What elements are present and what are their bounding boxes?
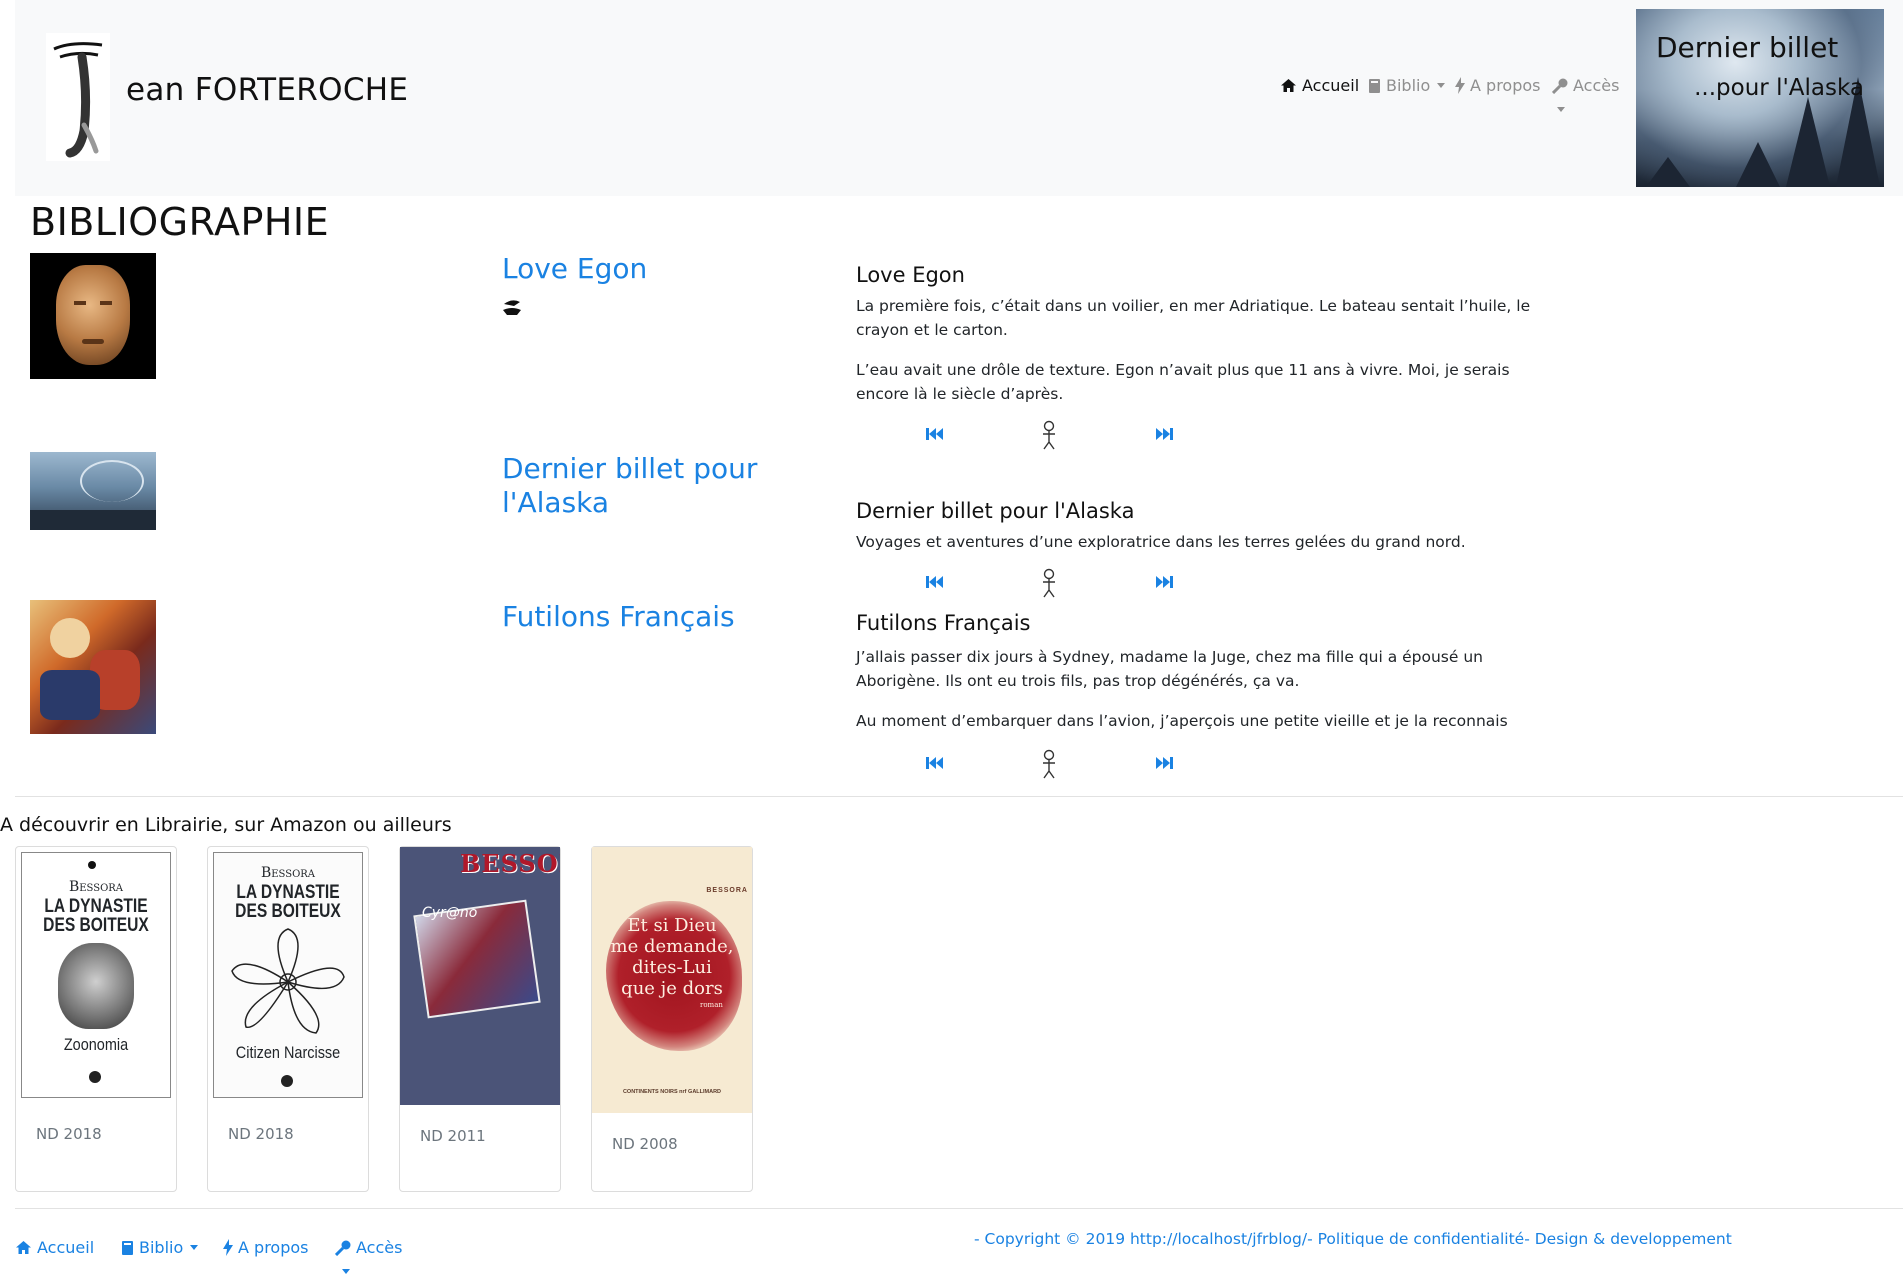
skip-back-icon[interactable] [926, 575, 944, 589]
chevron-down-icon [1437, 83, 1446, 88]
cover-author: BESSORA [706, 887, 748, 894]
book-cover: BESSORA Et si Dieu me demande, dites-Lui… [592, 847, 752, 1113]
cover-author: Bessora [260, 865, 316, 881]
cover-title: LA DYNASTIE DES BOITEUX [43, 896, 149, 936]
book-cover: Bessora LA DYNASTIE DES BOITEUX Zoonomia [16, 847, 176, 1103]
detail-paragraph: La première fois, c’était dans un voilie… [856, 297, 1531, 339]
chevron-down-icon[interactable] [342, 1269, 350, 1274]
detail-title: Love Egon [856, 263, 965, 287]
book-link-love-egon[interactable]: Love Egon [502, 252, 647, 286]
book-card[interactable]: Bessora LA DYNASTIE DES BOITEUX Citizen N… [207, 846, 369, 1192]
book-card[interactable]: BESSORA Et si Dieu me demande, dites-Lui… [591, 846, 753, 1192]
cover-title: Cyr@no [422, 905, 478, 921]
book-card[interactable]: BESSORA Cyr@no ND 2011 [399, 846, 561, 1192]
cover-title: LA DYNASTIE DES BOITEUX [235, 882, 341, 922]
footer-nav-label: Accueil [37, 1238, 95, 1257]
cover-subtitle: Citizen Narcisse [235, 1043, 341, 1062]
book-thumbnail[interactable] [30, 452, 156, 530]
footer-nav-acces[interactable]: Accès [335, 1238, 402, 1257]
copyright-text[interactable]: - Copyright © 2019 http://localhost/jfrb… [974, 1230, 1732, 1248]
key-icon [335, 1240, 351, 1256]
site-logo[interactable] [46, 33, 110, 161]
logo-letter-icon [53, 42, 103, 158]
cover-genre: roman [700, 1001, 723, 1009]
book-year: ND 2018 [36, 1125, 102, 1143]
footer-nav-label: Accès [356, 1238, 403, 1257]
cover-title: Et si Dieu me demande, dites-Lui que je … [610, 915, 734, 999]
footer-nav-label: Biblio [139, 1238, 184, 1257]
cover-author: BESSORA [460, 849, 560, 878]
detail-text: Voyages et aventures d’une exploratrice … [856, 530, 1536, 570]
cover-subtitle: Zoonomia [63, 1035, 129, 1054]
key-icon [1552, 78, 1568, 94]
book-thumbnail[interactable] [30, 253, 156, 379]
skip-back-icon[interactable] [926, 756, 944, 770]
cover-author: Bessora [68, 879, 124, 895]
nav-accueil-label: Accueil [1302, 76, 1360, 95]
footer-nav-apropos[interactable]: A propos [223, 1238, 308, 1257]
detail-paragraph: J’allais passer dix jours à Sydney, mada… [856, 648, 1483, 690]
cover-publisher: CONTINENTS NOIRS nrf GALLIMARD [622, 1089, 722, 1095]
footer-nav-biblio[interactable]: Biblio [121, 1238, 199, 1257]
divider [15, 1208, 1903, 1209]
book-link-dernier-billet[interactable]: Dernier billet pour l'Alaska [502, 452, 762, 520]
figure-icon[interactable] [1039, 749, 1059, 779]
nav-accueil[interactable]: Accueil [1280, 76, 1359, 95]
detail-title: Futilons Français [856, 611, 1031, 635]
home-icon [16, 1241, 31, 1254]
skip-forward-icon[interactable] [1155, 427, 1173, 441]
bolt-icon [1455, 77, 1465, 94]
book-cover: Bessora LA DYNASTIE DES BOITEUX Citizen N… [208, 847, 368, 1103]
detail-paragraph: L’eau avait une drôle de texture. Egon n… [856, 361, 1510, 403]
nav-apropos[interactable]: A propos [1455, 76, 1540, 95]
detail-title: Dernier billet pour l'Alaska [856, 499, 1135, 523]
flower-icon [231, 928, 345, 1034]
home-icon [1281, 79, 1296, 92]
footer-nav-accueil[interactable]: Accueil [15, 1238, 94, 1257]
boat-icon[interactable] [502, 298, 522, 316]
shelf-title: A découvrir en Librairie, sur Amazon ou … [0, 814, 452, 836]
book-cover: BESSORA Cyr@no [400, 847, 560, 1105]
nav-biblio[interactable]: Biblio [1368, 76, 1446, 95]
detail-text: J’allais passer dix jours à Sydney, mada… [856, 645, 1536, 749]
figure-icon[interactable] [1039, 420, 1059, 450]
detail-paragraph: Voyages et aventures d’une exploratrice … [856, 533, 1466, 551]
book-icon [122, 1240, 133, 1255]
divider [15, 796, 1903, 797]
figure-icon[interactable] [1039, 568, 1059, 598]
chevron-down-icon [190, 1245, 199, 1250]
nav-acces[interactable]: Accès [1552, 76, 1619, 95]
skip-forward-icon[interactable] [1155, 575, 1173, 589]
hero-banner[interactable]: Dernier billet ...pour l'Alaska [1636, 9, 1884, 187]
book-card[interactable]: Bessora LA DYNASTIE DES BOITEUX Zoonomia … [15, 846, 177, 1192]
hero-subtitle: ...pour l'Alaska [1694, 75, 1864, 101]
chevron-down-icon[interactable] [1557, 107, 1565, 112]
book-link-futilons[interactable]: Futilons Français [502, 600, 735, 634]
book-icon [1369, 78, 1380, 93]
skip-back-icon[interactable] [926, 427, 944, 441]
site-title[interactable]: ean FORTEROCHE [126, 72, 408, 108]
detail-text: La première fois, c’était dans un voilie… [856, 294, 1536, 422]
footer-nav-label: A propos [238, 1238, 309, 1257]
page-title: BIBLIOGRAPHIE [30, 200, 330, 244]
book-thumbnail[interactable] [30, 600, 156, 734]
nav-apropos-label: A propos [1470, 76, 1541, 95]
book-year: ND 2008 [612, 1135, 678, 1153]
book-year: ND 2018 [228, 1125, 294, 1143]
nav-acces-label: Accès [1573, 76, 1620, 95]
bolt-icon [223, 1239, 233, 1256]
nav-biblio-label: Biblio [1386, 76, 1431, 95]
skip-forward-icon[interactable] [1155, 756, 1173, 770]
book-year: ND 2011 [420, 1127, 486, 1145]
detail-paragraph: Au moment d’embarquer dans l’avion, j’ap… [856, 712, 1508, 730]
hero-title: Dernier billet [1656, 31, 1839, 64]
